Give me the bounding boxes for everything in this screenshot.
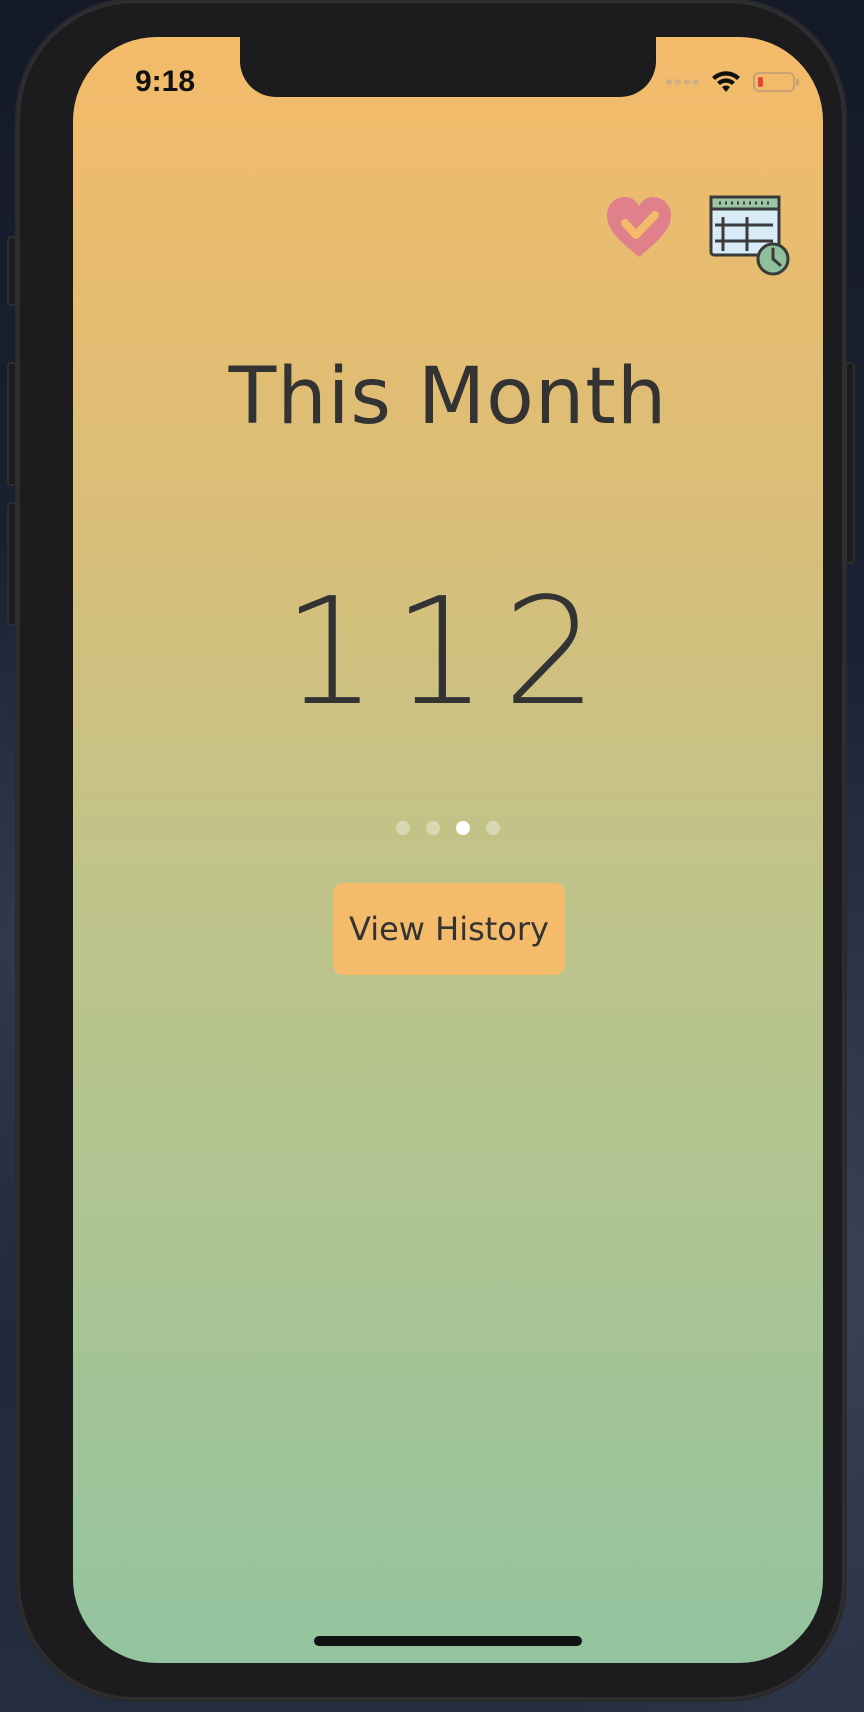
status-time: 9:18 xyxy=(135,65,196,98)
notch xyxy=(240,37,656,97)
phone-frame: 9:18 This Month 112 View History xyxy=(7,0,855,1700)
page-indicator[interactable] xyxy=(73,821,823,835)
page-dot[interactable] xyxy=(426,821,440,835)
calendar-clock-icon[interactable] xyxy=(709,195,791,277)
silent-switch xyxy=(7,236,17,306)
page-dot[interactable] xyxy=(486,821,500,835)
heart-check-icon[interactable] xyxy=(603,193,675,265)
cellular-signal-icon xyxy=(666,79,699,85)
wifi-icon xyxy=(712,71,740,92)
page-dot[interactable] xyxy=(396,821,410,835)
volume-down-button xyxy=(7,502,17,626)
page-dot[interactable] xyxy=(456,821,470,835)
power-button xyxy=(845,362,855,564)
app-screen: 9:18 This Month 112 View History xyxy=(73,37,823,1663)
home-indicator[interactable] xyxy=(314,1636,582,1646)
battery-low-icon xyxy=(753,72,799,92)
page-title: This Month xyxy=(228,352,668,442)
status-icons xyxy=(666,71,799,93)
monthly-count: 112 xyxy=(282,566,614,738)
view-history-button[interactable]: View History xyxy=(333,883,565,975)
volume-up-button xyxy=(7,362,17,486)
